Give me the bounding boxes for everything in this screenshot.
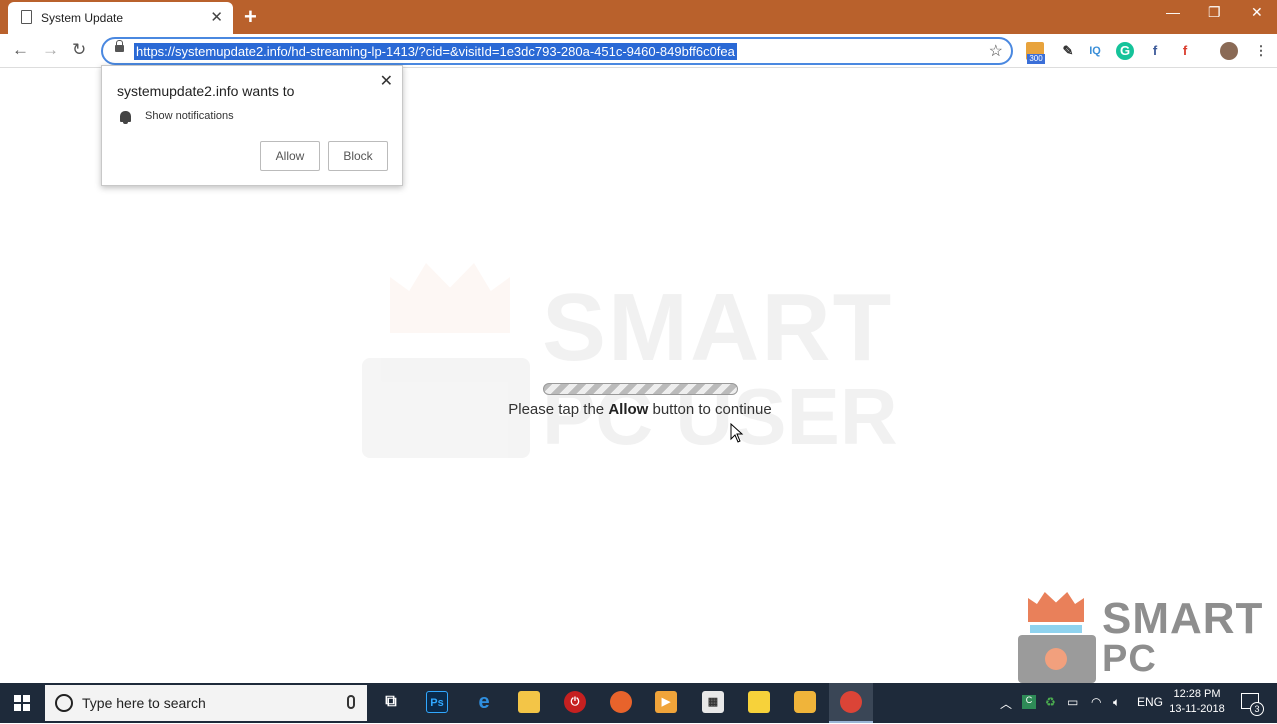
- close-window-button[interactable]: ✕: [1251, 4, 1263, 21]
- firefox-icon[interactable]: [610, 691, 632, 713]
- bookmark-star-icon[interactable]: ☆: [989, 41, 1003, 61]
- browser-titlebar: System Update ✕ + — ❐ ✕: [0, 0, 1277, 34]
- wifi-icon[interactable]: ◠: [1091, 695, 1101, 709]
- allow-emphasis: Allow: [608, 401, 649, 418]
- cortana-icon[interactable]: [55, 694, 73, 712]
- corner-watermark-logo: SMART PC USER: [1018, 590, 1277, 723]
- watermark-smart-text: SMART: [1102, 594, 1264, 643]
- crown-icon: [390, 263, 510, 333]
- chrome-icon: [840, 691, 862, 713]
- loading-progress-bar: [543, 383, 738, 395]
- tab-title: System Update: [41, 11, 124, 25]
- allow-button[interactable]: Allow: [260, 141, 320, 171]
- chrome-taskbar-button[interactable]: [829, 683, 873, 723]
- bell-icon: [120, 111, 131, 124]
- page-icon: [21, 10, 32, 24]
- back-icon[interactable]: ←: [12, 40, 29, 60]
- edge-icon[interactable]: e: [473, 691, 495, 713]
- windows-taskbar: Type here to search ⧉ Ps e ⏻ ▶ ▦ ︿ C ♻ ▭…: [0, 683, 1277, 723]
- tray-chevron-icon[interactable]: ︿: [1000, 695, 1012, 712]
- background-watermark: SMART PC USER: [362, 263, 907, 463]
- address-bar[interactable]: https://systemupdate2.info/hd-streaming-…: [101, 37, 1013, 65]
- file-explorer-icon[interactable]: [518, 691, 540, 713]
- tab-close-icon[interactable]: ✕: [210, 8, 223, 26]
- language-indicator[interactable]: ENG: [1137, 695, 1163, 709]
- menu-kebab-icon[interactable]: ⋮: [1252, 42, 1270, 60]
- windows-start-icon[interactable]: [14, 695, 30, 711]
- reload-icon[interactable]: ↻: [72, 40, 86, 60]
- sticky-notes-icon[interactable]: [748, 691, 770, 713]
- crown-icon: [1028, 592, 1084, 622]
- volume-icon[interactable]: 🔈︎: [1113, 695, 1120, 710]
- media-player-icon[interactable]: ▶: [655, 691, 677, 713]
- picker-extension-icon[interactable]: ✎: [1059, 42, 1077, 60]
- iq-extension-icon[interactable]: IQ: [1086, 42, 1104, 60]
- lock-icon[interactable]: [115, 40, 124, 52]
- extension-badge: 300: [1027, 54, 1045, 64]
- continue-message: Please tap the Allow button to continue: [508, 401, 772, 418]
- microphone-icon[interactable]: [347, 695, 355, 709]
- clock-time: 12:28 PM: [1173, 688, 1221, 700]
- search-placeholder: Type here to search: [82, 695, 206, 711]
- facebook-icon[interactable]: f: [1146, 42, 1164, 60]
- new-tab-button[interactable]: +: [244, 4, 257, 30]
- mouse-cursor-icon: [730, 423, 744, 443]
- battery-icon[interactable]: ▭: [1067, 695, 1078, 709]
- watermark-line1: SMART: [542, 274, 894, 381]
- flipboard-icon[interactable]: f: [1176, 42, 1194, 60]
- recycle-icon[interactable]: ♻: [1045, 695, 1056, 709]
- forward-icon[interactable]: →: [42, 40, 59, 60]
- calculator-icon[interactable]: ▦: [702, 691, 724, 713]
- notification-permission-popup: systemupdate2.info wants to ✕ Show notif…: [101, 65, 403, 186]
- permission-label: Show notifications: [145, 110, 234, 122]
- restore-button[interactable]: ❐: [1208, 4, 1221, 21]
- tray-app-icon[interactable]: C: [1022, 695, 1036, 709]
- popup-close-icon[interactable]: ✕: [380, 71, 393, 91]
- taskbar-search-box[interactable]: Type here to search: [45, 685, 367, 721]
- grammarly-icon[interactable]: G: [1116, 42, 1134, 60]
- photoshop-icon[interactable]: Ps: [426, 691, 448, 713]
- notification-count-badge: 3: [1250, 702, 1264, 716]
- popup-title: systemupdate2.info wants to: [117, 83, 295, 99]
- minimize-button[interactable]: —: [1166, 4, 1180, 20]
- task-view-icon[interactable]: ⧉: [380, 691, 402, 713]
- profile-avatar[interactable]: [1220, 42, 1238, 60]
- taskbar-clock[interactable]: 12:28 PM 13-11-2018: [1168, 687, 1226, 717]
- power-app-icon[interactable]: ⏻: [564, 691, 586, 713]
- browser-toolbar: ← → ↻ https://systemupdate2.info/hd-stre…: [0, 34, 1277, 68]
- bulb-icon: [1045, 648, 1067, 670]
- clock-date: 13-11-2018: [1169, 703, 1225, 715]
- browser-tab[interactable]: System Update ✕: [8, 2, 233, 34]
- block-button[interactable]: Block: [328, 141, 388, 171]
- url-text[interactable]: https://systemupdate2.info/hd-streaming-…: [134, 43, 737, 60]
- tips-icon[interactable]: [794, 691, 816, 713]
